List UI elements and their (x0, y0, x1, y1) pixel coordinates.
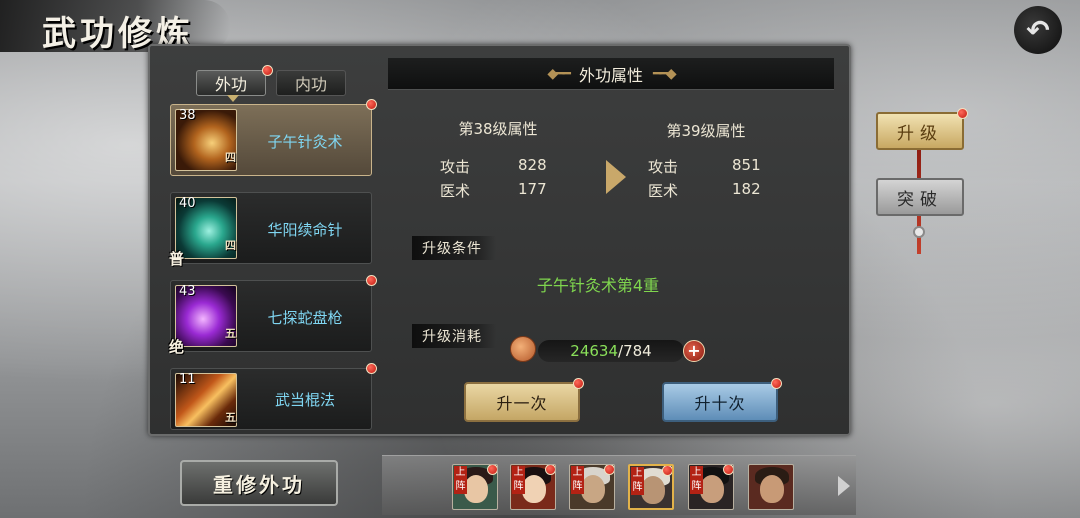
hero-face (700, 475, 724, 503)
hero-badge (604, 465, 614, 475)
hero-badge (487, 465, 497, 475)
skill-tier: 四 (225, 239, 236, 252)
hero-portrait-selected[interactable]: 上阵 (628, 464, 674, 510)
skill-card[interactable]: 11 五 武当棍法 (170, 363, 377, 430)
cost-amount: 24634/784 (538, 340, 684, 362)
ornament-left-icon: ◆━━ (547, 65, 571, 82)
skill-name: 华阳续命针 (267, 221, 343, 239)
tab-upgrade-label: 升级 (897, 123, 943, 144)
skill-tier: 五 (225, 411, 236, 424)
hero-face (522, 475, 546, 503)
current-attack-label: 攻击 (440, 158, 471, 176)
tab-waigong[interactable]: 外功 (196, 65, 273, 102)
deployed-tag: 上阵 (454, 466, 467, 494)
next-medicine-label: 医术 (648, 182, 679, 200)
skill-name: 武当棍法 (274, 391, 335, 409)
skill-rank: 绝 (169, 338, 185, 356)
material-gourd-icon (510, 336, 536, 362)
skill-list-column: 外功 内功 38 四 子午针灸术 40 四 普 华阳续命针 43 五 绝 七探蛇… (160, 56, 382, 431)
cost-have: 24634 (570, 342, 618, 360)
skill-card[interactable]: 43 五 绝 七探蛇盘枪 (169, 275, 377, 356)
next-level-title: 第39级属性 (666, 122, 746, 140)
return-arrow-icon: ↶ (1026, 13, 1050, 47)
skill-level: 43 (179, 284, 196, 299)
next-attack-value: 851 (732, 156, 761, 174)
upgrade-ten-badge (771, 378, 782, 389)
cost-need: 784 (623, 342, 652, 360)
skill-level: 40 (179, 196, 196, 211)
tab-neigong[interactable]: 内功 (276, 70, 346, 96)
hero-portrait[interactable] (748, 464, 794, 510)
current-medicine-label: 医术 (440, 182, 471, 200)
deployed-tag: 上阵 (571, 466, 584, 494)
hero-badge (723, 465, 733, 475)
skill-level: 38 (179, 108, 196, 123)
hero-face (581, 475, 605, 503)
hero-portrait[interactable]: 上阵 (688, 464, 734, 510)
hero-portrait[interactable]: 上阵 (510, 464, 556, 510)
upgrade-once-label: 升一次 (496, 394, 548, 413)
condition-label: 升级条件 (412, 236, 496, 260)
tab-upgrade-badge (957, 108, 968, 119)
current-level-title: 第38级属性 (458, 120, 538, 138)
hero-badge (545, 465, 555, 475)
ornament-right-icon: ━━◆ (653, 65, 677, 82)
next-attack-label: 攻击 (648, 158, 679, 176)
tab-upgrade[interactable]: 升级 (876, 108, 968, 150)
next-medicine-value: 182 (732, 180, 761, 198)
skill-name: 子午针灸术 (267, 133, 343, 151)
hero-roster: 上阵 上阵 上阵 上阵 上阵 (382, 455, 856, 515)
hero-face (641, 476, 665, 504)
attribute-panel: ◆━━ 外功属性 ━━◆ 第38级属性 攻击 828 医术 177 第39级属性… (388, 56, 834, 431)
skill-rank: 普 (169, 250, 185, 268)
skill-level: 11 (179, 372, 196, 387)
tab-waigong-label: 外功 (214, 75, 247, 94)
skill-name: 七探蛇盘枪 (267, 309, 343, 327)
skill-card[interactable]: 40 四 普 华阳续命针 (169, 192, 372, 268)
scroll-right-icon[interactable] (838, 476, 850, 496)
tab-breakthrough-label: 突破 (897, 189, 943, 210)
condition-text: 子午针灸术第4重 (536, 276, 660, 295)
side-tab-column: 升级 突破 (870, 108, 970, 254)
rebuild-waigong-button[interactable]: 重修外功 (180, 460, 338, 506)
skill-tier: 四 (225, 151, 236, 164)
cost-label: 升级消耗 (412, 324, 496, 348)
skill-tier: 五 (225, 327, 236, 340)
tab-waigong-badge (262, 65, 273, 76)
skill-badge (366, 99, 377, 110)
right-arrow-icon (606, 160, 626, 194)
attribute-header: ◆━━ 外功属性 ━━◆ (388, 58, 834, 90)
tab-neigong-label: 内功 (294, 75, 327, 94)
skill-badge (366, 363, 377, 374)
upgrade-once-button[interactable]: 升一次 (464, 378, 584, 422)
tassel-knot-icon (913, 226, 925, 238)
deployed-tag: 上阵 (631, 467, 644, 495)
main-panel: 外功 内功 38 四 子午针灸术 40 四 普 华阳续命针 43 五 绝 七探蛇… (148, 44, 851, 436)
back-button[interactable]: ↶ (1014, 6, 1062, 54)
attribute-title: 外功属性 (578, 65, 643, 85)
hero-face (464, 475, 488, 503)
hero-badge (662, 466, 672, 476)
upgrade-once-badge (573, 378, 584, 389)
upgrade-ten-label: 升十次 (694, 394, 746, 413)
skill-badge (366, 275, 377, 286)
upgrade-ten-button[interactable]: 升十次 (662, 378, 782, 422)
current-medicine-value: 177 (518, 180, 547, 198)
add-material-button[interactable]: + (683, 340, 705, 362)
skill-card[interactable]: 38 四 子午针灸术 (170, 99, 377, 176)
deployed-tag: 上阵 (690, 466, 703, 494)
hero-portrait[interactable]: 上阵 (452, 464, 498, 510)
tab-pointer-icon (227, 95, 239, 102)
hero-portrait[interactable]: 上阵 (569, 464, 615, 510)
current-attack-value: 828 (518, 156, 547, 174)
tab-breakthrough[interactable]: 突破 (876, 178, 964, 216)
deployed-tag: 上阵 (512, 466, 525, 494)
hero-face (760, 475, 784, 503)
